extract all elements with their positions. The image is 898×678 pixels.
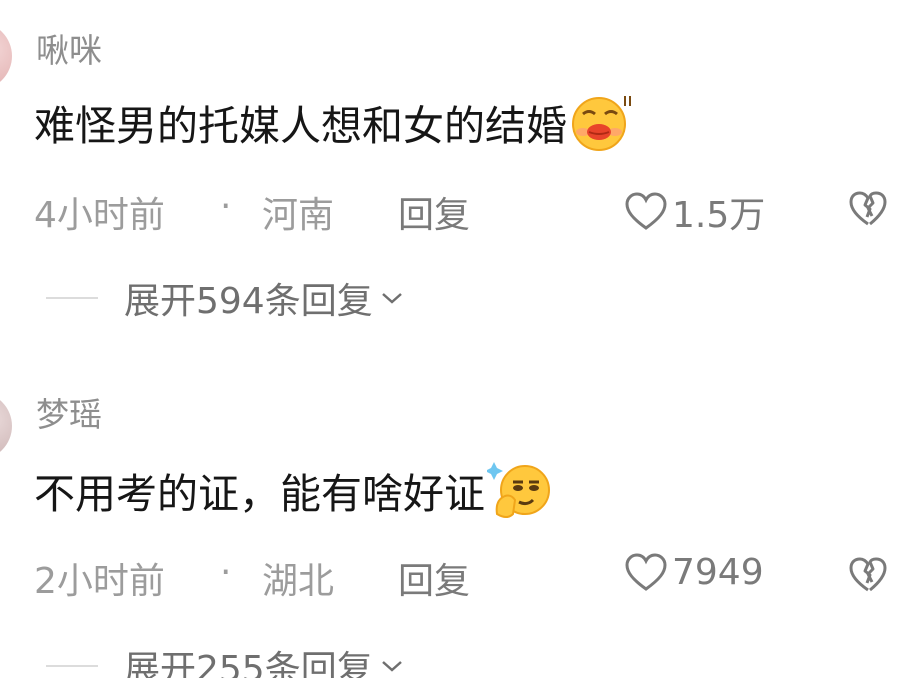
dislike-button[interactable] <box>848 190 888 237</box>
comment-meta: 2小时前 · 湖北 回复 7949 <box>34 552 898 603</box>
dislike-button[interactable] <box>848 556 888 603</box>
comment-meta: 4小时前 · 河南 回复 1.5万 <box>34 186 898 237</box>
like-button[interactable]: 1.5万 <box>624 186 765 238</box>
heart-icon <box>625 192 667 230</box>
expand-replies-button[interactable]: 展开594条回复 <box>46 272 405 324</box>
avatar[interactable] <box>0 22 12 90</box>
like-button[interactable]: 7949 <box>624 552 764 593</box>
like-count: 1.5万 <box>672 195 766 236</box>
expand-replies-button[interactable]: 展开255条回复 <box>46 640 405 678</box>
separator-dot: · <box>220 552 232 593</box>
username[interactable]: 啾咪 <box>36 24 102 72</box>
timestamp: 4小时前 <box>34 195 165 236</box>
reply-button[interactable]: 回复 <box>398 186 470 238</box>
comment-body: 不用考的证，能有啥好证 <box>34 470 485 518</box>
timestamp: 2小时前 <box>34 561 165 602</box>
expand-replies-label: 展开255条回复 <box>124 649 373 678</box>
location: 湖北 <box>262 561 335 602</box>
divider-line <box>46 297 98 299</box>
blushing-kiss-emoji-icon <box>569 92 633 152</box>
comment-text: 难怪男的托媒人想和女的结婚 <box>34 92 633 152</box>
location: 河南 <box>262 195 335 236</box>
broken-heart-icon <box>849 191 887 226</box>
heart-icon <box>625 552 667 591</box>
comment-list: 啾咪 难怪男的托媒人想和女的结婚 4小时前 · 河南 回复 1.5万 展开594… <box>0 0 898 678</box>
divider-line <box>46 665 98 667</box>
reply-button[interactable]: 回复 <box>398 552 470 604</box>
chevron-down-icon <box>381 293 402 304</box>
separator-dot: · <box>220 186 232 227</box>
comment-text: 不用考的证，能有啥好证 <box>34 460 551 520</box>
chevron-down-icon <box>381 661 402 672</box>
like-count: 7949 <box>672 552 764 593</box>
avatar[interactable] <box>0 392 12 460</box>
username[interactable]: 梦瑶 <box>36 388 102 436</box>
broken-heart-icon <box>849 557 887 592</box>
smirk-thinking-emoji-icon <box>485 460 551 520</box>
comment-body: 难怪男的托媒人想和女的结婚 <box>34 102 567 150</box>
expand-replies-label: 展开594条回复 <box>124 281 373 322</box>
